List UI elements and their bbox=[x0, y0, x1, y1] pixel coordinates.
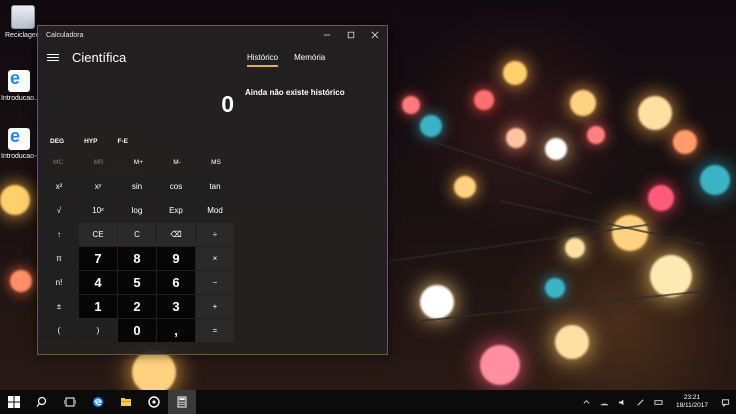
key-7[interactable]: 7 bbox=[79, 247, 117, 270]
key-clear-entry[interactable]: CE bbox=[79, 223, 117, 246]
key-negate[interactable]: ± bbox=[40, 295, 78, 318]
volume-icon[interactable] bbox=[618, 398, 627, 407]
calculator-icon bbox=[177, 396, 187, 408]
key-cos[interactable]: cos bbox=[157, 175, 195, 198]
key-open-paren[interactable]: ( bbox=[40, 319, 78, 342]
keypad: x² xʸ sin cos tan √ 10ˣ log Exp Mod ↑ CE… bbox=[40, 175, 236, 343]
clock-time: 23:21 bbox=[683, 394, 701, 401]
key-ten-power[interactable]: 10ˣ bbox=[79, 199, 117, 222]
minimize-icon bbox=[323, 34, 331, 36]
maximize-button[interactable] bbox=[339, 26, 363, 44]
hyp-toggle[interactable]: HYP bbox=[84, 138, 97, 145]
media-button[interactable] bbox=[140, 390, 168, 414]
memory-clear-button[interactable]: MC bbox=[53, 159, 63, 166]
memory-row: MC MR M+ M- MS bbox=[38, 159, 236, 166]
network-icon[interactable] bbox=[600, 398, 609, 407]
file-explorer-button[interactable] bbox=[112, 390, 140, 414]
task-view-icon bbox=[64, 397, 76, 407]
pdf-file-label: Introducao... bbox=[1, 95, 37, 102]
pdf-file-icon[interactable]: Introducao... bbox=[1, 68, 37, 103]
taskbar-left bbox=[0, 390, 196, 414]
recycle-bin-icon[interactable]: Reciclagem bbox=[5, 5, 41, 40]
minimize-button[interactable] bbox=[315, 26, 339, 44]
key-shift[interactable]: ↑ bbox=[40, 223, 78, 246]
history-empty-text: Ainda não existe histórico bbox=[245, 88, 345, 97]
key-multiply[interactable]: × bbox=[196, 247, 234, 270]
deg-toggle[interactable]: DEG bbox=[50, 138, 64, 145]
key-factorial[interactable]: n! bbox=[40, 271, 78, 294]
tab-memory[interactable]: Memória bbox=[294, 53, 325, 67]
key-close-paren[interactable]: ) bbox=[79, 319, 117, 342]
side-panel-tabs: Histórico Memória bbox=[247, 53, 325, 67]
key-mod[interactable]: Mod bbox=[196, 199, 234, 222]
file-explorer-icon bbox=[121, 398, 131, 406]
keyboard-icon[interactable] bbox=[654, 398, 663, 407]
key-backspace[interactable]: ⌫ bbox=[157, 223, 195, 246]
start-button[interactable] bbox=[0, 390, 28, 414]
key-minus[interactable]: − bbox=[196, 271, 234, 294]
key-square[interactable]: x² bbox=[40, 175, 78, 198]
recycle-bin-label: Reciclagem bbox=[5, 32, 41, 39]
taskbar: 23:21 18/11/2017 bbox=[0, 390, 736, 414]
memory-recall-button[interactable]: MR bbox=[93, 159, 103, 166]
chevron-up-icon[interactable] bbox=[582, 398, 591, 407]
search-button[interactable] bbox=[28, 390, 56, 414]
pen-icon[interactable] bbox=[636, 398, 645, 407]
calculator-taskbar-button[interactable] bbox=[168, 390, 196, 414]
edge-icon bbox=[93, 397, 103, 407]
calculator-window[interactable]: Calculadora Científica Histórico Memória… bbox=[37, 25, 388, 355]
key-pi[interactable]: π bbox=[40, 247, 78, 270]
media-icon bbox=[148, 396, 160, 408]
clock-date: 18/11/2017 bbox=[675, 402, 709, 409]
calculator-mode-title: Científica bbox=[72, 49, 127, 65]
key-0[interactable]: 0 bbox=[118, 319, 156, 342]
key-exp[interactable]: Exp bbox=[157, 199, 195, 222]
pdf-file-2-image bbox=[8, 126, 30, 150]
close-icon bbox=[371, 31, 379, 39]
angle-mode-row: DEG HYP F-E bbox=[50, 138, 128, 145]
key-6[interactable]: 6 bbox=[157, 271, 195, 294]
key-2[interactable]: 2 bbox=[118, 295, 156, 318]
title-bar[interactable]: Calculadora bbox=[38, 26, 387, 44]
search-icon bbox=[36, 396, 47, 407]
recycle-bin-image bbox=[11, 5, 35, 29]
edge-button[interactable] bbox=[84, 390, 112, 414]
key-5[interactable]: 5 bbox=[118, 271, 156, 294]
windows-icon bbox=[8, 396, 20, 408]
clock[interactable]: 23:21 18/11/2017 bbox=[672, 394, 712, 410]
key-8[interactable]: 8 bbox=[118, 247, 156, 270]
key-divide[interactable]: ÷ bbox=[196, 223, 234, 246]
pdf-file-2-icon[interactable]: Introducao-(1) bbox=[1, 126, 37, 161]
maximize-icon bbox=[347, 31, 355, 39]
close-button[interactable] bbox=[363, 26, 387, 44]
window-title: Calculadora bbox=[46, 31, 84, 39]
result-display: 0 bbox=[221, 91, 234, 117]
tab-history[interactable]: Histórico bbox=[247, 53, 279, 67]
key-plus[interactable]: + bbox=[196, 295, 234, 318]
key-tan[interactable]: tan bbox=[196, 175, 234, 198]
calculator-header: Científica bbox=[38, 44, 387, 70]
key-clear[interactable]: C bbox=[118, 223, 156, 246]
key-power[interactable]: xʸ bbox=[79, 175, 117, 198]
memory-add-button[interactable]: M+ bbox=[134, 159, 143, 166]
key-log[interactable]: log bbox=[118, 199, 156, 222]
memory-subtract-button[interactable]: M- bbox=[173, 159, 181, 166]
task-view-button[interactable] bbox=[56, 390, 84, 414]
key-equals[interactable]: = bbox=[196, 319, 234, 342]
pdf-file-image bbox=[8, 68, 30, 92]
pdf-file-2-label: Introducao-(1) bbox=[1, 153, 37, 160]
key-9[interactable]: 9 bbox=[157, 247, 195, 270]
key-3[interactable]: 3 bbox=[157, 295, 195, 318]
hamburger-menu-icon[interactable] bbox=[38, 52, 68, 63]
notifications-icon[interactable] bbox=[721, 398, 730, 407]
key-sqrt[interactable]: √ bbox=[40, 199, 78, 222]
system-tray: 23:21 18/11/2017 bbox=[582, 390, 736, 414]
key-1[interactable]: 1 bbox=[79, 295, 117, 318]
fe-toggle[interactable]: F-E bbox=[117, 138, 127, 145]
key-sin[interactable]: sin bbox=[118, 175, 156, 198]
key-decimal[interactable]: , bbox=[157, 319, 195, 342]
memory-store-button[interactable]: MS bbox=[211, 159, 221, 166]
key-4[interactable]: 4 bbox=[79, 271, 117, 294]
